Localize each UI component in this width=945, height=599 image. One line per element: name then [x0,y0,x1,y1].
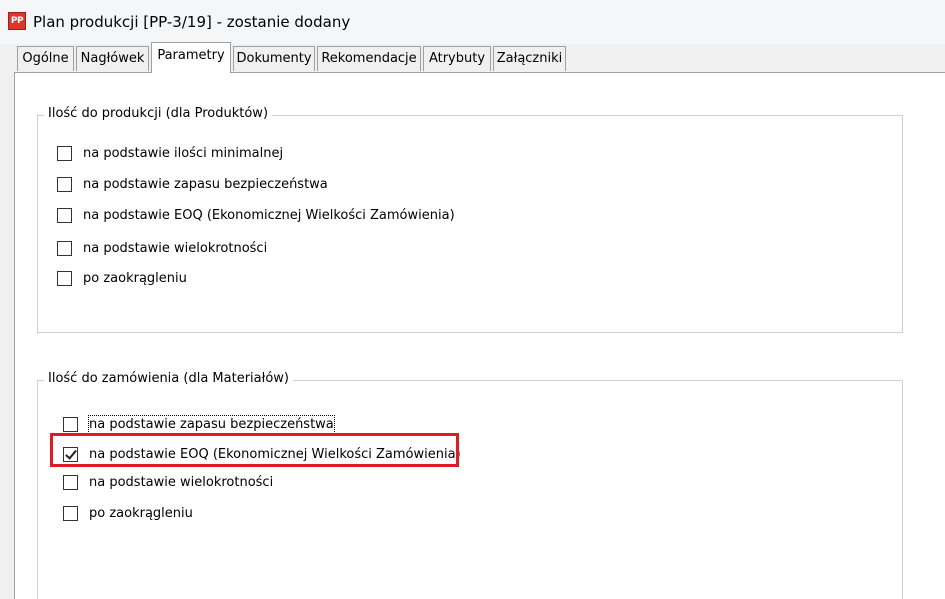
app-icon: PP [8,12,26,30]
checkbox[interactable] [57,241,72,256]
production-quantity-group: Ilość do produkcji (dla Produktów) na po… [37,106,903,333]
checkbox-label: na podstawie zapasu bezpieczeństwa [88,415,335,434]
check-icon [65,447,77,460]
tab-atrybuty[interactable]: Atrybuty [423,46,491,71]
checkbox[interactable] [63,447,78,462]
production-quantity-legend: Ilość do produkcji (dla Produktów) [44,106,273,121]
checkbox[interactable] [63,417,78,432]
checkbox-label: po zaokrągleniu [83,271,187,286]
tab-rekomendacje[interactable]: Rekomendacje [317,46,421,71]
checkbox[interactable] [63,506,78,521]
tab-zalaczniki[interactable]: Załączniki [493,46,566,71]
checkbox-label: po zaokrągleniu [89,506,193,521]
window-title: Plan produkcji [PP-3/19] - zostanie doda… [33,13,351,31]
checkbox[interactable] [57,146,72,161]
checkbox-label: na podstawie wielokrotności [83,241,268,256]
tab-naglowek[interactable]: Nagłówek [76,46,149,71]
tab-ogolne[interactable]: Ogólne [17,46,74,71]
checkbox-label: na podstawie wielokrotności [89,475,274,490]
order-quantity-group: Ilość do zamówienia (dla Materiałów) na … [37,371,903,599]
order-quantity-legend: Ilość do zamówienia (dla Materiałów) [44,371,293,386]
tab-dokumenty[interactable]: Dokumenty [233,46,315,71]
tab-parametry[interactable]: Parametry [151,42,231,73]
checkbox[interactable] [63,475,78,490]
checkbox-label: na podstawie EOQ (Ekonomicznej Wielkości… [83,208,455,223]
parameters-panel: Ilość do produkcji (dla Produktów) na po… [14,72,945,599]
checkbox[interactable] [57,177,72,192]
title-bar: PP Plan produkcji [PP-3/19] - zostanie d… [0,0,945,44]
checkbox-label: na podstawie ilości minimalnej [83,146,284,161]
checkbox[interactable] [57,271,72,286]
checkbox-label: na podstawie zapasu bezpieczeństwa [83,177,328,192]
window: PP Plan produkcji [PP-3/19] - zostanie d… [0,0,945,599]
checkbox[interactable] [57,208,72,223]
checkbox-label: na podstawie EOQ (Ekonomicznej Wielkości… [89,447,461,462]
tab-strip: Ogólne Nagłówek Parametry Dokumenty Reko… [0,42,945,73]
